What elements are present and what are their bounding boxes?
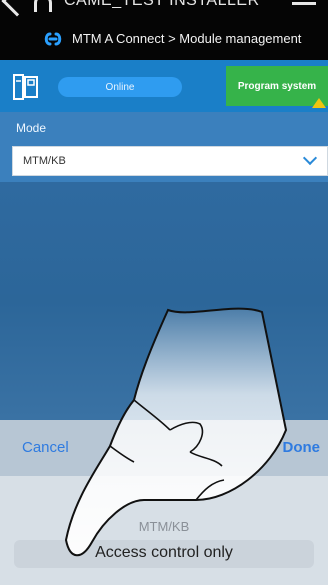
picker-toolbar: Cancel Done: [0, 420, 328, 476]
intercom-device-icon[interactable]: [12, 73, 40, 101]
link-icon: [44, 32, 62, 46]
dimmed-content-area: [0, 182, 328, 420]
mode-selected-value: MTM/KB: [23, 155, 66, 167]
picker-option[interactable]: MTM/KB: [0, 519, 328, 534]
menu-icon[interactable]: [292, 2, 316, 5]
warning-icon: [312, 98, 326, 108]
mode-section: Mode MTM/KB: [0, 112, 328, 182]
app-header: CAME_TEST INSTALLER MTM A Connect > Modu…: [0, 0, 328, 60]
mode-select[interactable]: MTM/KB: [12, 146, 328, 176]
breadcrumb: MTM A Connect > Module management: [72, 31, 302, 46]
picker-option-selected[interactable]: Access control only: [0, 544, 328, 562]
back-chevron-icon[interactable]: [1, 0, 33, 17]
toolbar: Online Program system: [0, 60, 328, 112]
cancel-button[interactable]: Cancel: [22, 439, 69, 456]
picker-wheel[interactable]: MTM/KB Access control only: [0, 476, 328, 585]
home-icon[interactable]: [34, 0, 52, 12]
chevron-down-icon: [302, 150, 318, 166]
header-top-row: CAME_TEST INSTALLER: [0, 0, 328, 22]
header-breadcrumb-row: MTM A Connect > Module management: [0, 26, 328, 52]
mode-label: Mode: [16, 121, 47, 135]
done-button[interactable]: Done: [283, 439, 321, 456]
installer-name: CAME_TEST INSTALLER: [64, 0, 260, 9]
status-badge: Online: [58, 77, 182, 97]
